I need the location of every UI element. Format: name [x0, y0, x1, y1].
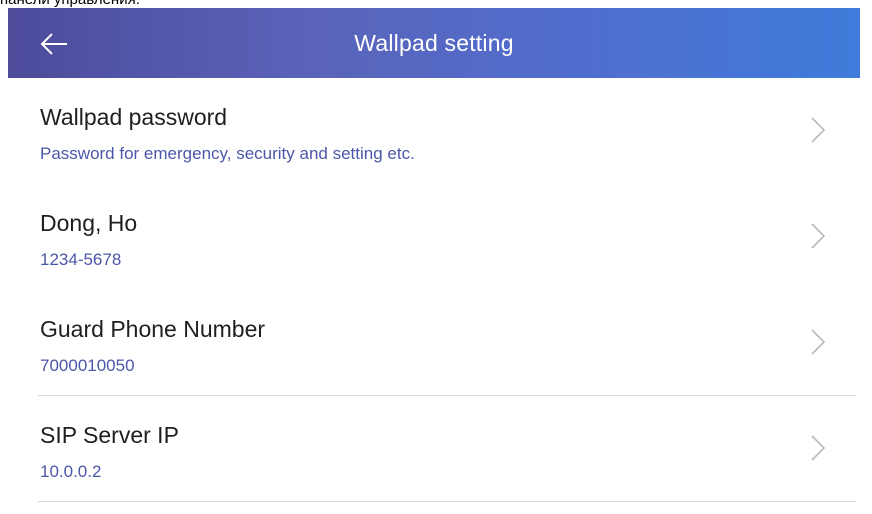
wallpad-password-item[interactable]: Wallpad password Password for emergency,… [8, 78, 860, 184]
item-subtitle: 10.0.0.2 [40, 462, 102, 481]
chevron-right-icon [811, 117, 826, 143]
app-header: Wallpad setting [8, 8, 860, 78]
item-title: Guard Phone Number [40, 316, 266, 342]
item-subtitle: 1234-5678 [40, 250, 122, 269]
wallpad-setting-screen: панели управления. Wallpad setting Wallp… [0, 0, 872, 514]
item-title: SIP Server IP [40, 422, 179, 448]
item-title: Wallpad password [40, 104, 228, 130]
item-subtitle: Password for emergency, security and set… [40, 144, 415, 163]
settings-list: Wallpad password Password for emergency,… [8, 78, 860, 502]
item-title: Dong, Ho [40, 210, 138, 236]
chevron-right-icon [811, 223, 826, 249]
arrow-left-icon [40, 33, 67, 55]
guard-phone-number-item[interactable]: Guard Phone Number 7000010050 [8, 290, 860, 396]
dong-ho-item[interactable]: Dong, Ho 1234-5678 [8, 184, 860, 290]
page-title: Wallpad setting [354, 29, 514, 56]
item-subtitle: 7000010050 [40, 356, 135, 375]
sip-server-ip-item[interactable]: SIP Server IP 10.0.0.2 [8, 396, 860, 502]
chevron-right-icon [811, 329, 826, 355]
back-button[interactable] [36, 29, 72, 59]
chevron-right-icon [811, 435, 826, 461]
